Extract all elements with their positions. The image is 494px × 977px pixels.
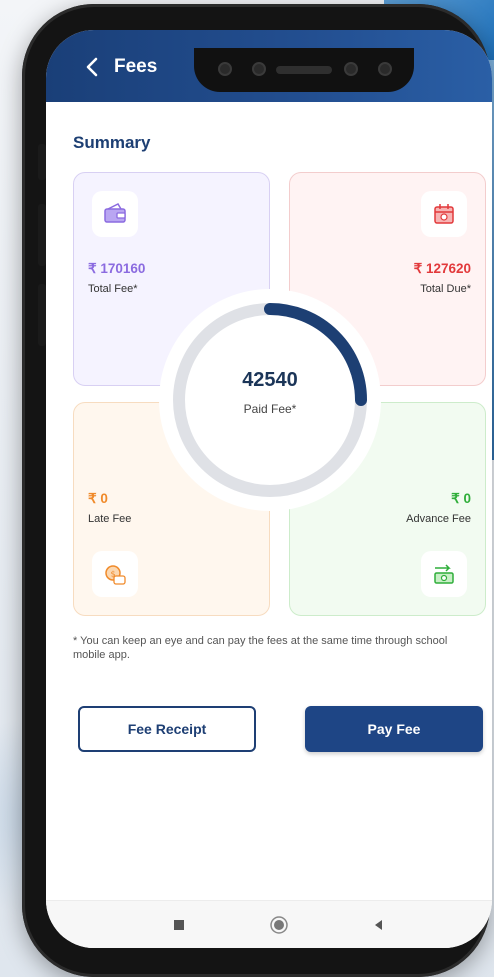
recent-apps-icon[interactable] xyxy=(167,913,191,937)
summary-title: Summary xyxy=(73,133,151,152)
speaker-grille xyxy=(276,66,332,74)
app-screen: Fees Summary ₹ 170160 Total Fee* ₹ 12762… xyxy=(46,30,492,948)
cash-transfer-icon xyxy=(421,551,467,597)
total-due-amount: ₹ 127620 xyxy=(413,261,471,276)
system-nav-bar xyxy=(46,900,492,948)
phone-volume-up xyxy=(38,204,46,266)
sensor-icon xyxy=(252,62,266,76)
pay-fee-button[interactable]: Pay Fee xyxy=(305,706,483,752)
paid-fee-label: Paid Fee* xyxy=(243,402,297,416)
fee-receipt-button[interactable]: Fee Receipt xyxy=(78,706,256,752)
total-fee-amount: ₹ 170160 xyxy=(88,261,146,276)
total-due-label: Total Due* xyxy=(420,283,471,295)
camera-icon xyxy=(378,62,392,76)
page-title: Fees xyxy=(114,56,158,77)
advance-fee-amount: ₹ 0 xyxy=(451,491,471,506)
info-note: * You can keep an eye and can pay the fe… xyxy=(73,635,448,661)
money-clock-icon: $ xyxy=(92,551,138,597)
back-icon[interactable] xyxy=(367,913,391,937)
advance-fee-label: Advance Fee xyxy=(406,513,471,525)
home-icon[interactable] xyxy=(267,913,291,937)
wallet-icon xyxy=(92,191,138,237)
phone-volume-down xyxy=(38,284,46,346)
calendar-money-icon xyxy=(421,191,467,237)
late-fee-label: Late Fee xyxy=(88,513,132,525)
background: Fees Summary ₹ 170160 Total Fee* ₹ 12762… xyxy=(0,0,494,977)
total-fee-label: Total Fee* xyxy=(88,283,138,295)
paid-fee-ring: 42540 Paid Fee* xyxy=(159,289,381,511)
paid-fee-value: 42540 xyxy=(242,369,298,391)
paid-fee-progress xyxy=(173,303,367,497)
late-fee-amount: ₹ 0 xyxy=(88,491,108,506)
chevron-left-icon[interactable] xyxy=(82,56,104,78)
phone-side-button xyxy=(38,144,46,180)
phone-frame: Fees Summary ₹ 170160 Total Fee* ₹ 12762… xyxy=(22,4,492,977)
sensor-icon xyxy=(344,62,358,76)
camera-icon xyxy=(218,62,232,76)
phone-notch xyxy=(194,48,414,92)
